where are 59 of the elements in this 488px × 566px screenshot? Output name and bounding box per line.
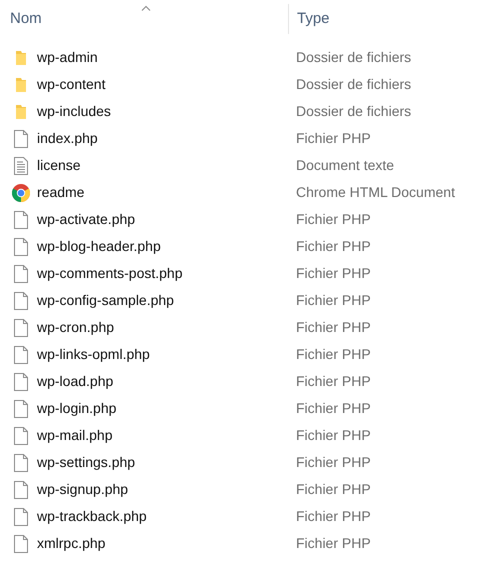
file-name[interactable]: wp-login.php (37, 398, 116, 419)
file-icon (14, 130, 28, 148)
text-document-icon (14, 156, 28, 174)
file-icon (14, 372, 28, 390)
file-type: Fichier PHP (296, 237, 371, 256)
file-type: Fichier PHP (296, 480, 371, 499)
file-type: Fichier PHP (296, 426, 371, 445)
file-icon (14, 480, 28, 498)
file-type: Dossier de fichiers (296, 48, 412, 67)
folder-icon (15, 104, 27, 120)
file-name[interactable]: wp-comments-post.php (37, 263, 183, 284)
file-type: Fichier PHP (296, 534, 371, 553)
file-icon (14, 346, 28, 364)
file-icon (14, 318, 28, 336)
file-name[interactable]: wp-settings.php (37, 452, 136, 473)
folder-icon (15, 76, 27, 92)
file-type: Document texte (296, 156, 394, 175)
file-type: Dossier de fichiers (296, 102, 412, 121)
file-name[interactable]: index.php (37, 128, 98, 149)
browser-icon (12, 184, 30, 202)
file-type: Fichier PHP (296, 318, 371, 337)
file-type: Fichier PHP (296, 507, 371, 526)
file-name[interactable]: wp-content (37, 74, 106, 95)
column-header[interactable]: Type (297, 8, 330, 30)
file-type: Fichier PHP (296, 453, 371, 472)
file-name[interactable]: readme (37, 182, 84, 203)
file-icon (14, 508, 28, 526)
file-name[interactable]: wp-load.php (37, 371, 114, 392)
file-name[interactable]: xmlrpc.php (37, 533, 106, 554)
file-name[interactable]: wp-activate.php (37, 209, 136, 230)
file-type: Fichier PHP (296, 291, 371, 310)
file-name[interactable]: wp-includes (37, 101, 111, 122)
file-name[interactable]: wp-admin (37, 47, 98, 68)
file-icon (14, 426, 28, 444)
file-type: Fichier PHP (296, 372, 371, 391)
file-type: Chrome HTML Document (296, 183, 455, 202)
file-type: Fichier PHP (296, 210, 371, 229)
file-type: Fichier PHP (296, 399, 371, 418)
file-name[interactable]: license (37, 155, 81, 176)
file-name[interactable]: wp-trackback.php (37, 506, 147, 527)
file-type: Fichier PHP (296, 264, 371, 283)
file-icon (14, 454, 28, 472)
file-type: Fichier PHP (296, 345, 371, 364)
column-header[interactable]: Nom (10, 8, 42, 30)
file-icon (14, 534, 28, 552)
file-name[interactable]: wp-signup.php (37, 479, 128, 500)
file-name[interactable]: wp-blog-header.php (37, 236, 161, 257)
file-name[interactable]: wp-links-opml.php (37, 344, 150, 365)
file-type: Fichier PHP (296, 129, 371, 148)
file-icon (14, 210, 28, 228)
file-icon (14, 238, 28, 256)
file-type: Dossier de fichiers (296, 75, 412, 94)
file-icon (14, 400, 28, 418)
file-icon (14, 292, 28, 310)
file-name[interactable]: wp-mail.php (37, 425, 112, 446)
file-name[interactable]: wp-cron.php (37, 317, 114, 338)
folder-icon (15, 50, 27, 66)
file-icon (14, 264, 28, 282)
file-name[interactable]: wp-config-sample.php (37, 290, 174, 311)
